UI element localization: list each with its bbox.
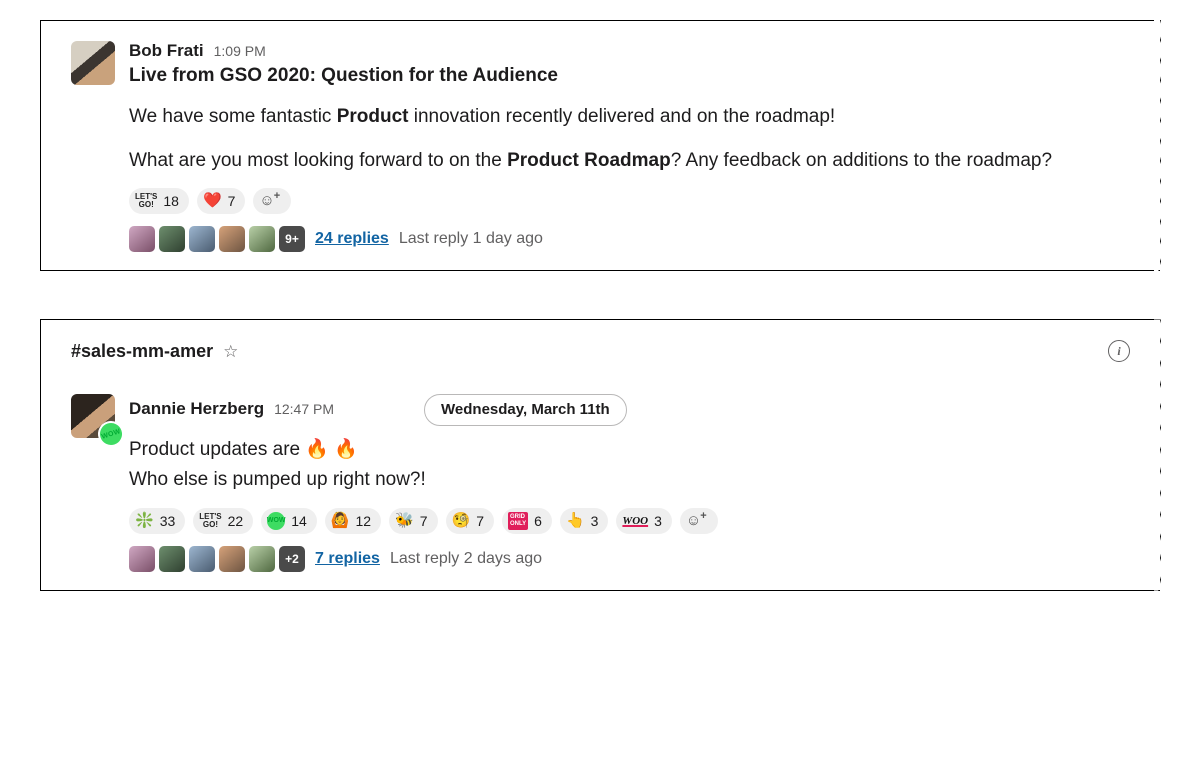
woo-icon: WOO (622, 512, 648, 530)
thread-avatar[interactable] (129, 226, 155, 252)
bee-icon: 🐝 (395, 512, 414, 530)
text: We have some fantastic (129, 106, 337, 127)
reaction-count: 22 (228, 511, 244, 531)
reaction-heart[interactable]: ❤️ 7 (197, 188, 245, 214)
text: innovation recently delivered and on the… (408, 106, 835, 127)
info-icon[interactable]: i (1108, 340, 1130, 362)
reaction-count: 12 (355, 511, 371, 531)
channel-name[interactable]: #sales-mm-amer (71, 341, 213, 362)
fire-icon: 🔥 (334, 439, 358, 460)
avatar[interactable]: WOW (71, 394, 115, 438)
thread-last-reply: Last reply 1 day ago (399, 230, 543, 248)
thread-replies-link[interactable]: 24 replies (315, 230, 389, 248)
reactions-row: LET'S GO! 18 ❤️ 7 ☺+ (129, 188, 1130, 214)
reaction-grid-only[interactable]: GRID ONLY 6 (502, 508, 552, 534)
reaction-count: 14 (291, 511, 307, 531)
reaction-lets-go[interactable]: LET'S GO! 18 (129, 188, 189, 214)
thread-avatar[interactable] (189, 546, 215, 572)
reaction-count: 3 (591, 511, 599, 531)
reaction-count: 3 (654, 511, 662, 531)
message-paragraph: We have some fantastic Product innovatio… (129, 103, 1130, 131)
thread-avatar[interactable] (159, 226, 185, 252)
thread-avatar[interactable] (219, 546, 245, 572)
add-reaction-button[interactable]: ☺+ (253, 188, 291, 214)
thread-avatar[interactable] (249, 546, 275, 572)
thread-avatar[interactable] (159, 546, 185, 572)
message-timestamp[interactable]: 1:09 PM (214, 43, 266, 60)
this-icon: 👆 (566, 512, 585, 530)
lets-go-icon: LET'S GO! (135, 192, 157, 210)
message-paragraph: What are you most looking forward to on … (129, 147, 1130, 175)
message-timestamp[interactable]: 12:47 PM (274, 401, 334, 418)
reaction-monocle[interactable]: 🧐 7 (446, 508, 494, 534)
reaction-woo[interactable]: WOO 3 (616, 508, 671, 534)
face-icon: 🙆 (331, 512, 350, 530)
reaction-count: 7 (420, 511, 428, 531)
smile-plus-icon: ☺+ (259, 192, 281, 210)
message-paragraph: Product updates are 🔥 🔥 (129, 436, 1130, 464)
thread-avatar-more[interactable]: +2 (279, 546, 305, 572)
reaction-count: 6 (534, 511, 542, 531)
message-body: Dannie Herzberg 12:47 PM Wednesday, Marc… (129, 394, 1130, 571)
date-divider[interactable]: Wednesday, March 11th (424, 394, 627, 426)
message: Bob Frati 1:09 PM Live from GSO 2020: Qu… (71, 41, 1130, 252)
thread-avatar[interactable] (219, 226, 245, 252)
reaction-bee[interactable]: 🐝 7 (389, 508, 437, 534)
reaction-face[interactable]: 🙆 12 (325, 508, 381, 534)
text: Product updates are (129, 439, 305, 460)
reaction-this[interactable]: 👆 3 (560, 508, 608, 534)
thread-avatar[interactable] (249, 226, 275, 252)
message-subject: Live from GSO 2020: Question for the Aud… (129, 65, 1130, 87)
reaction-sparkle[interactable]: ❇️ 33 (129, 508, 185, 534)
author-name[interactable]: Bob Frati (129, 41, 204, 61)
text-bold: Product Roadmap (507, 150, 671, 171)
author-name[interactable]: Dannie Herzberg (129, 399, 264, 419)
reaction-wow[interactable]: WOW 14 (261, 508, 317, 534)
grid-only-icon: GRID ONLY (508, 512, 528, 530)
text-bold: Product (337, 106, 409, 127)
message-body: Bob Frati 1:09 PM Live from GSO 2020: Qu… (129, 41, 1130, 252)
message-paragraph: Who else is pumped up right now?! (129, 466, 1130, 494)
reaction-lets-go[interactable]: LET'S GO! 22 (193, 508, 253, 534)
smile-plus-icon: ☺+ (686, 512, 708, 530)
lets-go-icon: LET'S GO! (199, 512, 221, 530)
message-card-2: #sales-mm-amer ☆ i WOW Dannie Herzberg 1… (40, 319, 1160, 590)
thread-summary[interactable]: +2 7 replies Last reply 2 days ago (129, 546, 1130, 572)
wow-icon: WOW (267, 512, 285, 530)
monocle-icon: 🧐 (452, 512, 471, 530)
message-card-1: Bob Frati 1:09 PM Live from GSO 2020: Qu… (40, 20, 1160, 271)
channel-header: #sales-mm-amer ☆ i (71, 340, 1130, 362)
reaction-count: 18 (163, 191, 179, 211)
thread-replies-link[interactable]: 7 replies (315, 550, 380, 568)
heart-icon: ❤️ (203, 192, 222, 210)
fire-icon: 🔥 (305, 439, 329, 460)
thread-avatar[interactable] (129, 546, 155, 572)
text: What are you most looking forward to on … (129, 150, 507, 171)
star-icon[interactable]: ☆ (223, 343, 238, 360)
thread-avatar-more[interactable]: 9+ (279, 226, 305, 252)
thread-summary[interactable]: 9+ 24 replies Last reply 1 day ago (129, 226, 1130, 252)
text: Who else is pumped up right now?! (129, 469, 426, 490)
thread-avatar[interactable] (189, 226, 215, 252)
reaction-count: 33 (160, 511, 176, 531)
thread-avatars: 9+ (129, 226, 305, 252)
reactions-row: ❇️ 33 LET'S GO! 22 WOW 14 🙆 12 🐝 7 (129, 508, 1130, 534)
thread-last-reply: Last reply 2 days ago (390, 550, 542, 568)
add-reaction-button[interactable]: ☺+ (680, 508, 718, 534)
avatar[interactable] (71, 41, 115, 85)
reaction-count: 7 (476, 511, 484, 531)
wow-status-icon: WOW (95, 418, 128, 451)
reaction-count: 7 (228, 191, 236, 211)
text: ? Any feedback on additions to the roadm… (671, 150, 1052, 171)
thread-avatars: +2 (129, 546, 305, 572)
sparkle-icon: ❇️ (135, 512, 154, 530)
message: WOW Dannie Herzberg 12:47 PM Wednesday, … (71, 394, 1130, 571)
